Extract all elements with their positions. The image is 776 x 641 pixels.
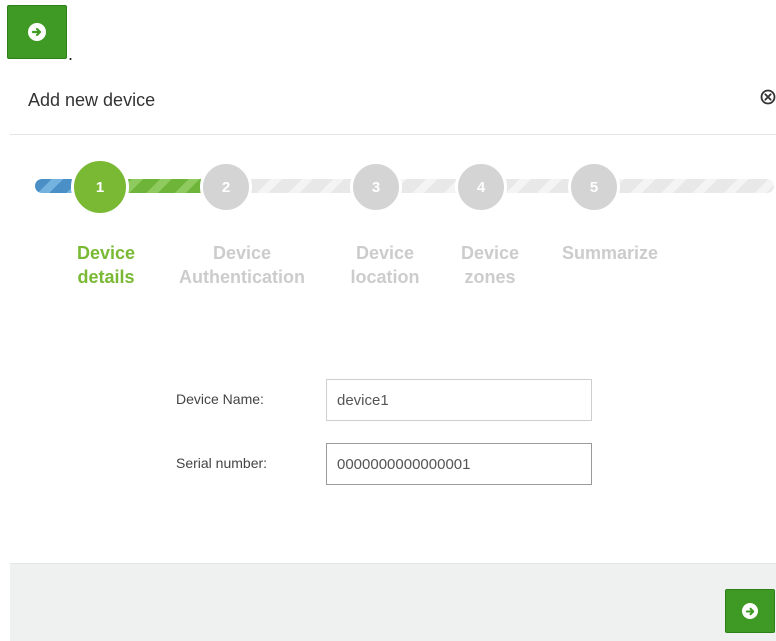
header-divider <box>10 134 776 135</box>
step-2-circle[interactable]: 2 <box>200 161 252 213</box>
modal-footer <box>10 563 776 641</box>
step-1-label-line2: details <box>77 267 135 287</box>
device-name-label: Device Name: <box>176 391 264 407</box>
close-icon[interactable] <box>760 89 776 105</box>
device-name-input[interactable] <box>326 379 592 421</box>
serial-number-label: Serial number: <box>176 455 268 471</box>
step-3-label-line2: location <box>350 267 420 287</box>
stray-dot: . <box>68 44 74 64</box>
modal-title: Add new device <box>28 90 156 110</box>
step-3-label-line1: Device <box>355 243 415 263</box>
step-2-label-line1: Device <box>212 243 272 263</box>
screen: . Add new device 1 2 3 4 5 Device detail… <box>0 0 776 641</box>
step-1-circle[interactable]: 1 <box>71 158 129 216</box>
top-next-button[interactable] <box>7 5 67 59</box>
next-step-button[interactable] <box>725 589 775 633</box>
step-1-label-line1: Device <box>76 243 136 263</box>
step-3-label[interactable]: Device location <box>340 241 430 289</box>
arrow-right-circle-icon <box>28 23 46 41</box>
step-1-label[interactable]: Device details <box>66 241 146 289</box>
serial-number-input[interactable] <box>326 443 592 485</box>
step-2-label[interactable]: Device Authentication <box>164 241 320 289</box>
step-5-label[interactable]: Summarize <box>550 241 670 265</box>
step-4-label-line2: zones <box>464 267 516 287</box>
step-3-circle[interactable]: 3 <box>350 161 402 213</box>
arrow-right-circle-icon <box>742 603 758 619</box>
step-5-label-line1: Summarize <box>561 243 659 263</box>
step-5-circle[interactable]: 5 <box>568 161 620 213</box>
step-2-label-line2: Authentication <box>179 267 305 287</box>
step-4-label-line1: Device <box>460 243 520 263</box>
step-4-circle[interactable]: 4 <box>455 161 507 213</box>
step-4-label[interactable]: Device zones <box>448 241 532 289</box>
